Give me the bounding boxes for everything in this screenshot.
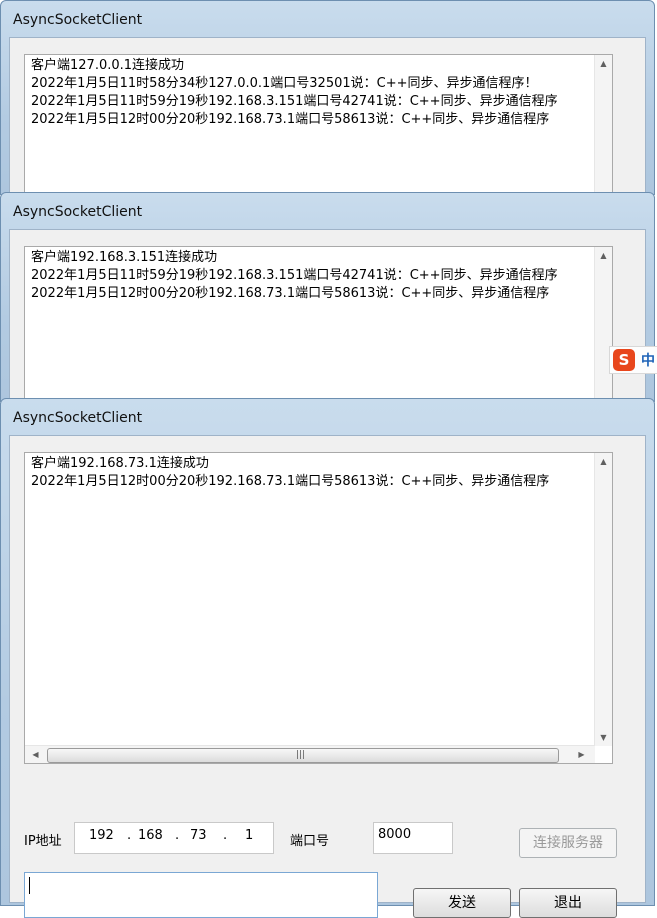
log-line: 2022年1月5日11时59分19秒192.168.3.151端口号42741说… <box>31 94 558 109</box>
window-client-area: 客户端127.0.0.1连接成功 2022年1月5日11时58分34秒127.0… <box>9 37 646 204</box>
ip-octet-3: 73 <box>190 828 207 843</box>
ip-octet-4: 1 <box>245 828 254 843</box>
log-line: 客户端127.0.0.1连接成功 <box>31 58 185 73</box>
window-title: AsyncSocketClient <box>13 410 143 426</box>
log-line: 客户端192.168.73.1连接成功 <box>31 456 209 471</box>
vertical-scrollbar[interactable]: ▲ <box>594 247 612 415</box>
port-label: 端口号 <box>290 834 330 849</box>
scroll-up-arrow-icon[interactable]: ▲ <box>595 55 612 72</box>
window-title: AsyncSocketClient <box>13 12 143 28</box>
ip-dot: . <box>127 828 132 843</box>
port-input[interactable]: 8000 <box>373 822 453 854</box>
ip-octet-1: 192 <box>89 828 114 843</box>
connect-server-button[interactable]: 连接服务器 <box>519 828 617 858</box>
ip-dot: . <box>175 828 180 843</box>
log-line: 2022年1月5日12时00分20秒192.168.73.1端口号58613说：… <box>31 286 550 301</box>
window-title: AsyncSocketClient <box>13 204 143 220</box>
scroll-up-arrow-icon[interactable]: ▲ <box>595 247 612 264</box>
horizontal-scrollbar[interactable]: ◀ ||| ▶ <box>25 745 595 763</box>
log-line: 2022年1月5日11时59分19秒192.168.3.151端口号42741说… <box>31 268 558 283</box>
exit-button[interactable]: 退出 <box>519 888 617 918</box>
log-line: 2022年1月5日11时58分34秒127.0.0.1端口号32501说：C++… <box>31 76 538 91</box>
scroll-down-arrow-icon[interactable]: ▼ <box>595 729 612 746</box>
ip-address-field[interactable]: 192 . 168 . 73 . 1 <box>74 822 274 854</box>
message-lines: 客户端192.168.73.1连接成功 2022年1月5日12时00分20秒19… <box>31 455 590 491</box>
scroll-up-arrow-icon[interactable]: ▲ <box>595 453 612 470</box>
ime-mode-label: 中 <box>641 353 655 369</box>
scroll-grip: ||| <box>296 750 306 760</box>
ip-dot: . <box>223 828 228 843</box>
text-cursor <box>29 877 30 894</box>
client-window-2: AsyncSocketClient 客户端192.168.3.151连接成功 2… <box>0 192 655 416</box>
client-window-3: AsyncSocketClient 客户端192.168.73.1连接成功 20… <box>0 398 655 918</box>
log-line: 客户端192.168.3.151连接成功 <box>31 250 218 265</box>
message-lines: 客户端192.168.3.151连接成功 2022年1月5日11时59分19秒1… <box>31 249 590 303</box>
scroll-right-arrow-icon[interactable]: ▶ <box>573 746 590 763</box>
ip-octet-2: 168 <box>138 828 163 843</box>
message-log[interactable]: 客户端127.0.0.1连接成功 2022年1月5日11时58分34秒127.0… <box>24 54 613 204</box>
ime-indicator[interactable]: S 中 <box>609 346 657 374</box>
log-line: 2022年1月5日12时00分20秒192.168.73.1端口号58613说：… <box>31 112 550 127</box>
port-value: 8000 <box>378 827 412 842</box>
sogou-logo-icon: S <box>613 349 635 371</box>
message-lines: 客户端127.0.0.1连接成功 2022年1月5日11时58分34秒127.0… <box>31 57 590 129</box>
scroll-left-arrow-icon[interactable]: ◀ <box>27 746 44 763</box>
send-button[interactable]: 发送 <box>413 888 511 918</box>
ip-label: IP地址 <box>24 834 62 849</box>
vertical-scrollbar[interactable]: ▲ <box>594 55 612 203</box>
vertical-scrollbar[interactable]: ▲ ▼ <box>594 453 612 746</box>
log-line: 2022年1月5日12时00分20秒192.168.73.1端口号58613说：… <box>31 474 550 489</box>
window-client-area: 客户端192.168.73.1连接成功 2022年1月5日12时00分20秒19… <box>9 435 646 918</box>
horizontal-scroll-thumb[interactable]: ||| <box>47 748 559 763</box>
window-client-area: 客户端192.168.3.151连接成功 2022年1月5日11时59分19秒1… <box>9 229 646 416</box>
client-window-1: AsyncSocketClient 客户端127.0.0.1连接成功 2022年… <box>0 0 655 204</box>
message-input[interactable] <box>24 872 378 918</box>
message-log[interactable]: 客户端192.168.73.1连接成功 2022年1月5日12时00分20秒19… <box>24 452 613 764</box>
message-log[interactable]: 客户端192.168.3.151连接成功 2022年1月5日11时59分19秒1… <box>24 246 613 416</box>
